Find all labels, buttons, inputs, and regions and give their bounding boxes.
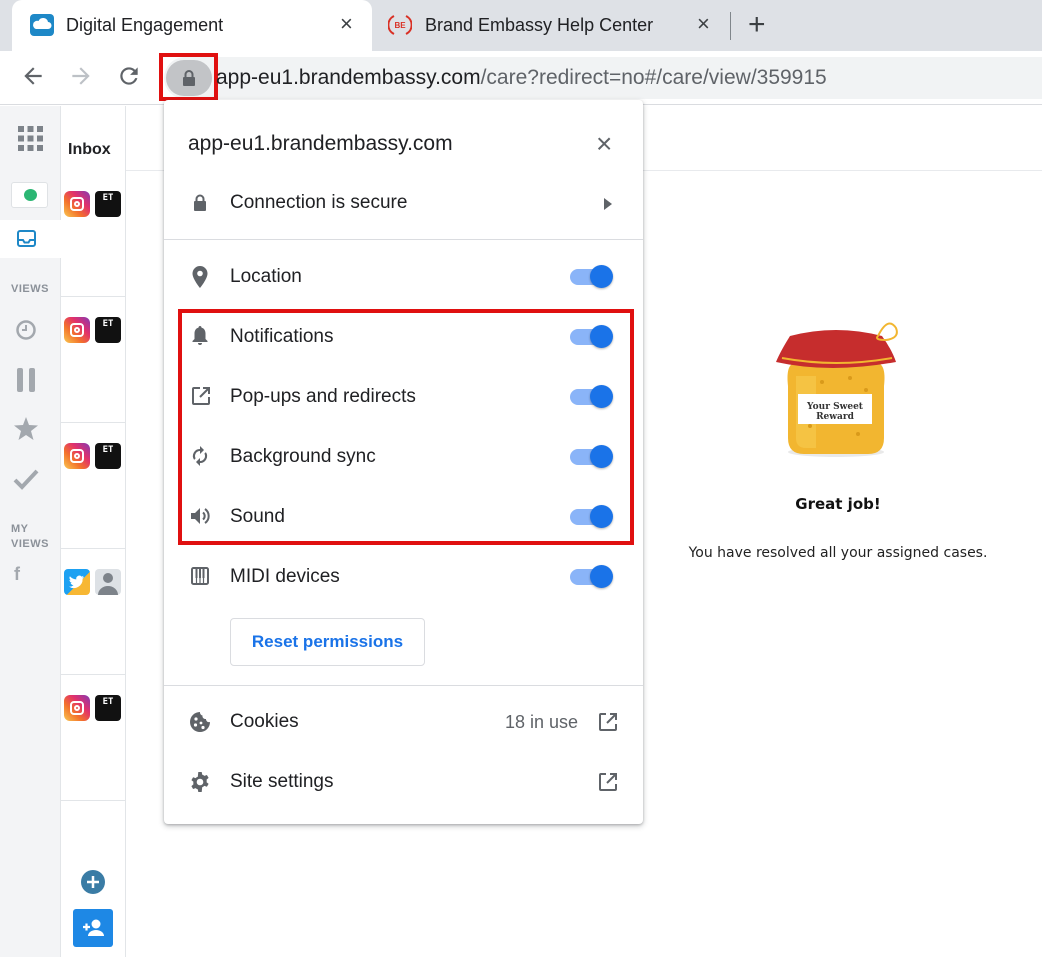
permission-label: MIDI devices	[230, 566, 340, 587]
row-divider	[61, 800, 126, 801]
tab-close-icon[interactable]: ×	[340, 13, 353, 35]
apps-grid-icon[interactable]	[18, 126, 43, 156]
back-arrow-icon[interactable]	[20, 63, 46, 94]
my-views-heading-line1: MY	[11, 523, 29, 535]
gear-icon	[189, 771, 211, 798]
avatar: ET	[95, 443, 121, 469]
jar-label-line1: Your Sweet	[806, 402, 864, 412]
facebook-icon[interactable]: f	[14, 564, 20, 585]
list-item[interactable]: ET	[61, 675, 126, 800]
checkmark-icon[interactable]	[13, 468, 39, 495]
cookie-icon	[189, 711, 211, 738]
avatar: ET	[95, 695, 121, 721]
list-item[interactable]	[61, 549, 126, 674]
location-toggle[interactable]	[568, 262, 614, 290]
cookies-label: Cookies	[230, 711, 299, 732]
pause-icon[interactable]	[17, 368, 35, 397]
permissions-highlight-box	[178, 309, 634, 545]
list-item[interactable]: ET	[61, 297, 126, 422]
lock-icon	[193, 194, 207, 216]
new-tab-button[interactable]: +	[748, 8, 766, 42]
star-icon[interactable]	[14, 417, 38, 445]
avatar: ET	[95, 317, 121, 343]
reset-permissions-button[interactable]: Reset permissions	[230, 618, 425, 666]
cloud-icon	[30, 14, 54, 36]
inbox-nav-item[interactable]	[0, 220, 61, 258]
midi-icon	[191, 567, 209, 590]
location-pin-icon	[192, 266, 208, 293]
my-views-heading-line2: VIEWS	[11, 538, 49, 550]
views-heading: VIEWS	[11, 283, 49, 295]
cookies-count: 18 in use	[505, 712, 579, 732]
honey-jar-illustration: Your Sweet Reward	[770, 316, 905, 461]
be-logo-icon: BE	[387, 13, 413, 37]
inbox-icon	[17, 230, 36, 252]
url-text[interactable]: app-eu1.brandembassy.com/care?redirect=n…	[216, 64, 827, 92]
reload-icon[interactable]	[116, 63, 142, 94]
tab-close-icon[interactable]: ×	[697, 13, 710, 35]
site-settings-label: Site settings	[230, 771, 334, 792]
divider	[164, 239, 643, 240]
url-path: /care?redirect=no#/care/view/359915	[480, 66, 827, 89]
instagram-icon	[64, 443, 90, 469]
tab-separator	[730, 12, 731, 40]
success-message: You have resolved all your assigned case…	[688, 545, 988, 561]
list-item[interactable]: ET	[61, 423, 126, 548]
instagram-icon	[64, 317, 90, 343]
lock-highlight-box	[159, 53, 218, 101]
instagram-icon	[64, 695, 90, 721]
inbox-title: Inbox	[68, 141, 111, 158]
external-link-icon	[599, 713, 617, 736]
jar-label-line2: Reward	[816, 412, 855, 422]
app-sidebar: VIEWS MY VIEWS f	[0, 106, 105, 957]
chevron-right-icon	[604, 197, 612, 215]
url-host: app-eu1.brandembassy.com	[216, 66, 481, 89]
instagram-icon	[64, 191, 90, 217]
tab-title: Brand Embassy Help Center	[425, 15, 654, 35]
site-domain: app-eu1.brandembassy.com	[188, 132, 453, 155]
permission-label: Location	[230, 266, 302, 287]
tab-digital-engagement[interactable]: Digital Engagement ×	[12, 0, 372, 51]
success-heading: Great job!	[795, 495, 881, 513]
list-item[interactable]: ET	[61, 171, 126, 296]
avatar: ET	[95, 191, 121, 217]
tab-help-center[interactable]: BE Brand Embassy Help Center ×	[373, 0, 728, 51]
svg-text:BE: BE	[394, 21, 406, 30]
forward-arrow-icon[interactable]	[68, 63, 94, 94]
external-link-icon	[599, 773, 617, 796]
twitter-icon	[64, 569, 90, 595]
divider	[164, 685, 643, 686]
tab-title: Digital Engagement	[66, 15, 224, 35]
add-user-button[interactable]	[73, 909, 113, 947]
connection-row[interactable]: Connection is secure	[164, 178, 643, 228]
clock-icon[interactable]	[16, 320, 36, 345]
online-dot-icon	[24, 189, 37, 201]
midi-toggle[interactable]	[568, 562, 614, 590]
default-avatar-icon	[95, 569, 121, 595]
site-settings-row[interactable]: Site settings	[164, 756, 643, 808]
cookies-row[interactable]: Cookies 18 in use	[164, 696, 643, 748]
connection-status: Connection is secure	[230, 192, 408, 213]
status-indicator[interactable]	[11, 182, 48, 208]
tab-strip: Digital Engagement × BE Brand Embassy He…	[0, 0, 1042, 51]
add-circle-icon[interactable]	[81, 870, 105, 894]
close-icon[interactable]: ×	[596, 130, 612, 158]
